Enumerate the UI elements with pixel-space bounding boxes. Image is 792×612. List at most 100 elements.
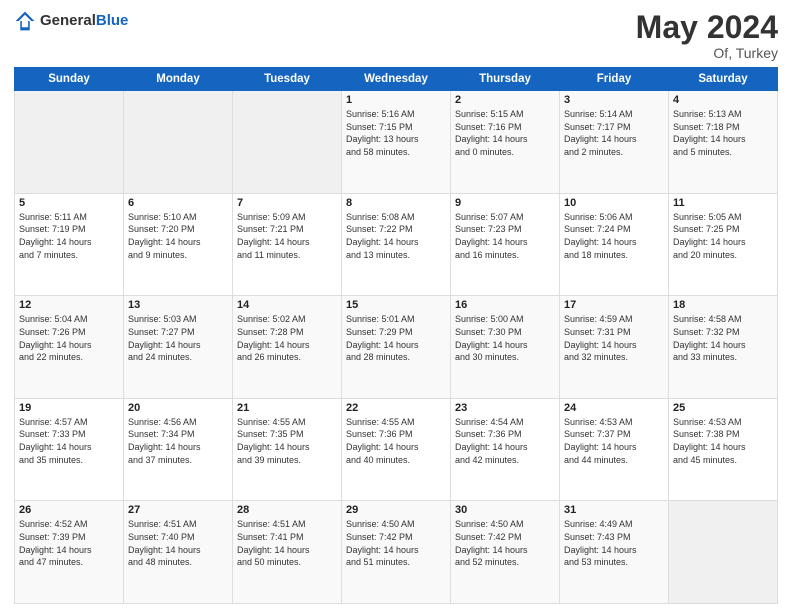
cell-info: Sunrise: 4:53 AMSunset: 7:38 PMDaylight:… bbox=[673, 416, 773, 466]
day-number: 29 bbox=[346, 504, 446, 516]
cell-info: Sunrise: 4:59 AMSunset: 7:31 PMDaylight:… bbox=[564, 313, 664, 363]
day-number: 14 bbox=[237, 299, 337, 311]
cell-info: Sunrise: 4:53 AMSunset: 7:37 PMDaylight:… bbox=[564, 416, 664, 466]
day-number: 2 bbox=[455, 94, 555, 106]
cell-info: Sunrise: 5:01 AMSunset: 7:29 PMDaylight:… bbox=[346, 313, 446, 363]
calendar-cell bbox=[124, 91, 233, 194]
calendar-cell: 31Sunrise: 4:49 AMSunset: 7:43 PMDayligh… bbox=[560, 501, 669, 604]
calendar-cell: 10 Sunrise: 5:06 AMSunset: 7:24 PMDayligh… bbox=[560, 193, 669, 296]
day-number: 27 bbox=[128, 504, 228, 516]
calendar-cell: 30 Sunrise: 4:50 AMSunset: 7:42 PMDayligh… bbox=[451, 501, 560, 604]
day-number: 9 bbox=[455, 197, 555, 209]
day-number: 8 bbox=[346, 197, 446, 209]
calendar-cell bbox=[233, 91, 342, 194]
calendar-cell: 26 Sunrise: 4:52 AMSunset: 7:39 PMDayligh… bbox=[15, 501, 124, 604]
calendar-cell: 16 Sunrise: 5:00 AMSunset: 7:30 PMDayligh… bbox=[451, 296, 560, 399]
day-number: 5 bbox=[19, 197, 119, 209]
day-number: 13 bbox=[128, 299, 228, 311]
day-number: 28 bbox=[237, 504, 337, 516]
day-number: 7 bbox=[237, 197, 337, 209]
day-header-wednesday: Wednesday bbox=[342, 68, 451, 91]
calendar-cell: 5 Sunrise: 5:11 AMSunset: 7:19 PMDaylight… bbox=[15, 193, 124, 296]
day-number: 22 bbox=[346, 402, 446, 414]
calendar-cell: 24 Sunrise: 4:53 AMSunset: 7:37 PMDayligh… bbox=[560, 398, 669, 501]
calendar-cell: 15 Sunrise: 5:01 AMSunset: 7:29 PMDayligh… bbox=[342, 296, 451, 399]
calendar-cell: 18Sunrise: 4:58 AMSunset: 7:32 PMDayligh… bbox=[669, 296, 778, 399]
calendar-week-2: 5 Sunrise: 5:11 AMSunset: 7:19 PMDaylight… bbox=[15, 193, 778, 296]
day-number: 23 bbox=[455, 402, 555, 414]
cell-info: Sunrise: 5:09 AMSunset: 7:21 PMDaylight:… bbox=[237, 211, 337, 261]
day-header-saturday: Saturday bbox=[669, 68, 778, 91]
day-number: 4 bbox=[673, 94, 773, 106]
day-number: 6 bbox=[128, 197, 228, 209]
cell-info: Sunrise: 5:11 AMSunset: 7:19 PMDaylight:… bbox=[19, 211, 119, 261]
calendar-cell: 7 Sunrise: 5:09 AMSunset: 7:21 PMDaylight… bbox=[233, 193, 342, 296]
logo: GeneralBlue bbox=[14, 10, 128, 32]
page: GeneralBlue May 2024 Of, Turkey SundayMo… bbox=[0, 0, 792, 612]
calendar-cell bbox=[669, 501, 778, 604]
location: Of, Turkey bbox=[636, 45, 778, 61]
cell-info: Sunrise: 5:06 AMSunset: 7:24 PMDaylight:… bbox=[564, 211, 664, 261]
calendar-cell: 27Sunrise: 4:51 AMSunset: 7:40 PMDayligh… bbox=[124, 501, 233, 604]
day-number: 3 bbox=[564, 94, 664, 106]
day-number: 1 bbox=[346, 94, 446, 106]
calendar-week-4: 19 Sunrise: 4:57 AMSunset: 7:33 PMDayligh… bbox=[15, 398, 778, 501]
day-number: 19 bbox=[19, 402, 119, 414]
calendar-cell: 21 Sunrise: 4:55 AMSunset: 7:35 PMDayligh… bbox=[233, 398, 342, 501]
cell-info: Sunrise: 4:58 AMSunset: 7:32 PMDaylight:… bbox=[673, 313, 773, 363]
cell-info: Sunrise: 5:14 AMSunset: 7:17 PMDaylight:… bbox=[564, 108, 664, 158]
calendar-cell: 8 Sunrise: 5:08 AMSunset: 7:22 PMDaylight… bbox=[342, 193, 451, 296]
cell-info: Sunrise: 4:55 AMSunset: 7:35 PMDaylight:… bbox=[237, 416, 337, 466]
cell-info: Sunrise: 4:56 AMSunset: 7:34 PMDaylight:… bbox=[128, 416, 228, 466]
day-number: 10 bbox=[564, 197, 664, 209]
title-block: May 2024 Of, Turkey bbox=[636, 10, 778, 61]
day-number: 17 bbox=[564, 299, 664, 311]
cell-info: Sunrise: 4:50 AMSunset: 7:42 PMDaylight:… bbox=[346, 518, 446, 568]
calendar-cell: 4Sunrise: 5:13 AMSunset: 7:18 PMDaylight… bbox=[669, 91, 778, 194]
cell-info: Sunrise: 5:08 AMSunset: 7:22 PMDaylight:… bbox=[346, 211, 446, 261]
calendar-cell: 17 Sunrise: 4:59 AMSunset: 7:31 PMDayligh… bbox=[560, 296, 669, 399]
calendar-cell: 3 Sunrise: 5:14 AMSunset: 7:17 PMDaylight… bbox=[560, 91, 669, 194]
calendar-cell bbox=[15, 91, 124, 194]
calendar-week-3: 12Sunrise: 5:04 AMSunset: 7:26 PMDayligh… bbox=[15, 296, 778, 399]
cell-info: Sunrise: 4:51 AMSunset: 7:41 PMDaylight:… bbox=[237, 518, 337, 568]
day-number: 20 bbox=[128, 402, 228, 414]
month-title: May 2024 bbox=[636, 10, 778, 45]
logo-text: GeneralBlue bbox=[40, 12, 128, 30]
logo-general: General bbox=[40, 12, 96, 29]
calendar-week-5: 26 Sunrise: 4:52 AMSunset: 7:39 PMDayligh… bbox=[15, 501, 778, 604]
day-number: 11 bbox=[673, 197, 773, 209]
calendar: SundayMondayTuesdayWednesdayThursdayFrid… bbox=[14, 67, 778, 604]
day-header-thursday: Thursday bbox=[451, 68, 560, 91]
cell-info: Sunrise: 4:54 AMSunset: 7:36 PMDaylight:… bbox=[455, 416, 555, 466]
day-header-tuesday: Tuesday bbox=[233, 68, 342, 91]
day-number: 26 bbox=[19, 504, 119, 516]
cell-info: Sunrise: 4:52 AMSunset: 7:39 PMDaylight:… bbox=[19, 518, 119, 568]
calendar-cell: 28 Sunrise: 4:51 AMSunset: 7:41 PMDayligh… bbox=[233, 501, 342, 604]
calendar-cell: 1 Sunrise: 5:16 AMSunset: 7:15 PMDaylight… bbox=[342, 91, 451, 194]
cell-info: Sunrise: 5:00 AMSunset: 7:30 PMDaylight:… bbox=[455, 313, 555, 363]
calendar-cell: 9Sunrise: 5:07 AMSunset: 7:23 PMDaylight… bbox=[451, 193, 560, 296]
cell-info: Sunrise: 4:55 AMSunset: 7:36 PMDaylight:… bbox=[346, 416, 446, 466]
cell-info: Sunrise: 5:03 AMSunset: 7:27 PMDaylight:… bbox=[128, 313, 228, 363]
calendar-cell: 2Sunrise: 5:15 AMSunset: 7:16 PMDaylight… bbox=[451, 91, 560, 194]
cell-info: Sunrise: 5:04 AMSunset: 7:26 PMDaylight:… bbox=[19, 313, 119, 363]
cell-info: Sunrise: 5:16 AMSunset: 7:15 PMDaylight:… bbox=[346, 108, 446, 158]
calendar-cell: 11Sunrise: 5:05 AMSunset: 7:25 PMDayligh… bbox=[669, 193, 778, 296]
cell-info: Sunrise: 4:57 AMSunset: 7:33 PMDaylight:… bbox=[19, 416, 119, 466]
day-number: 21 bbox=[237, 402, 337, 414]
day-number: 25 bbox=[673, 402, 773, 414]
day-header-sunday: Sunday bbox=[15, 68, 124, 91]
calendar-cell: 22 Sunrise: 4:55 AMSunset: 7:36 PMDayligh… bbox=[342, 398, 451, 501]
day-number: 16 bbox=[455, 299, 555, 311]
day-number: 24 bbox=[564, 402, 664, 414]
calendar-header-row: SundayMondayTuesdayWednesdayThursdayFrid… bbox=[15, 68, 778, 91]
calendar-cell: 12Sunrise: 5:04 AMSunset: 7:26 PMDayligh… bbox=[15, 296, 124, 399]
calendar-cell: 23 Sunrise: 4:54 AMSunset: 7:36 PMDayligh… bbox=[451, 398, 560, 501]
cell-info: Sunrise: 4:50 AMSunset: 7:42 PMDaylight:… bbox=[455, 518, 555, 568]
calendar-cell: 25 Sunrise: 4:53 AMSunset: 7:38 PMDayligh… bbox=[669, 398, 778, 501]
day-number: 30 bbox=[455, 504, 555, 516]
day-number: 15 bbox=[346, 299, 446, 311]
calendar-cell: 29 Sunrise: 4:50 AMSunset: 7:42 PMDayligh… bbox=[342, 501, 451, 604]
day-header-friday: Friday bbox=[560, 68, 669, 91]
